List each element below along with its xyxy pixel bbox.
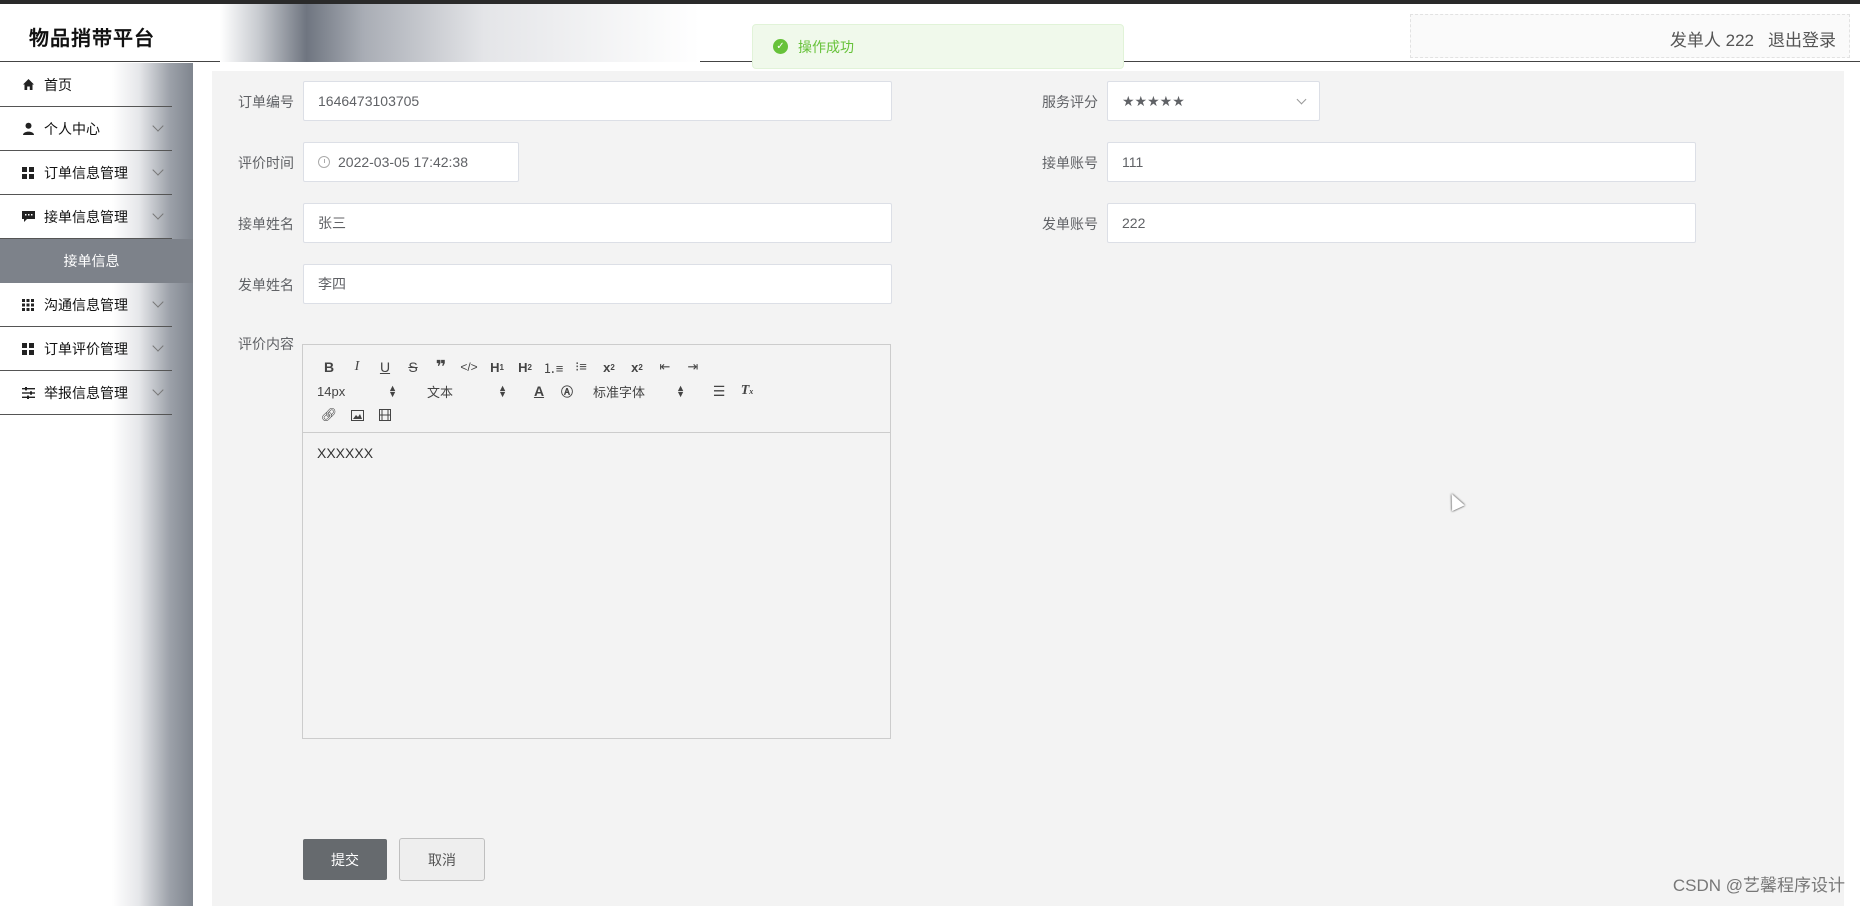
taker-name-field[interactable]: 张三	[303, 203, 892, 243]
font-family-value: 标准字体	[593, 384, 646, 400]
outdent-icon[interactable]: ⇤	[651, 356, 679, 378]
chevron-down-icon	[152, 120, 164, 132]
sender-name-field[interactable]: 李四	[303, 264, 892, 304]
font-size-value: 14px	[317, 383, 346, 399]
taker-account-value: 111	[1122, 154, 1144, 170]
bullet-list-icon[interactable]: ⁝≡	[567, 356, 595, 378]
taker-account-field[interactable]: 111	[1107, 142, 1696, 182]
logout-link[interactable]: 退出登录	[1768, 26, 1836, 51]
header-picker-value: 文本	[427, 384, 454, 400]
order-no-label: 订单编号	[238, 94, 294, 110]
sidebar-item-label: 接单信息管理	[44, 208, 128, 225]
grid-icon	[21, 166, 35, 180]
toast-message: 操作成功	[798, 38, 854, 55]
chevron-down-icon	[152, 164, 164, 176]
sender-account-value: 222	[1122, 215, 1146, 231]
underline-icon[interactable]: U	[371, 356, 399, 378]
chevron-down-icon	[152, 340, 164, 352]
user-icon	[21, 122, 35, 136]
font-color-icon[interactable]: A	[525, 380, 553, 402]
clock-icon	[318, 156, 330, 168]
sidebar-item-label: 订单评价管理	[44, 340, 128, 357]
sidebar: 首页 个人中心 订单信息管理 接单信息管理 接单信息 沟通信息管理 订单评价管理	[0, 63, 193, 906]
sidebar-item-accept-info[interactable]: 接单信息管理	[0, 195, 172, 239]
sidebar-item-label: 沟通信息管理	[44, 296, 128, 313]
sender-name-value: 李四	[318, 276, 346, 292]
header-picker[interactable]: 文本 ▲ ▼	[425, 380, 509, 402]
watermark: CSDN @艺馨程序设计	[1672, 876, 1845, 895]
home-icon	[21, 78, 35, 92]
header2-icon[interactable]: H2	[511, 356, 539, 378]
strike-icon[interactable]: S	[399, 356, 427, 378]
message-icon	[21, 210, 35, 224]
background-color-icon[interactable]: Ⓐ	[553, 380, 581, 402]
taker-account-label: 接单账号	[1042, 155, 1098, 171]
sidebar-item-label: 首页	[44, 76, 72, 93]
taker-name-label: 接单姓名	[238, 216, 294, 232]
font-family-picker[interactable]: 标准字体 ▲ ▼	[591, 380, 687, 402]
chevron-down-icon	[152, 296, 164, 308]
sender-name-label: 发单姓名	[238, 277, 294, 293]
submenu-item-accept-info-active[interactable]: 接单信息	[0, 239, 193, 283]
chevron-down-icon	[1296, 94, 1307, 105]
link-icon[interactable]: 🔗︎	[315, 404, 343, 426]
header-gradient-decoration	[220, 4, 700, 62]
current-user-label: 发单人 222	[1669, 31, 1754, 50]
sliders-icon	[21, 386, 35, 400]
sidebar-item-label: 个人中心	[44, 120, 100, 137]
indent-icon[interactable]: ⇥	[679, 356, 707, 378]
taker-name-value: 张三	[318, 215, 346, 231]
apps-icon	[21, 298, 35, 312]
cancel-button[interactable]: 取消	[399, 838, 485, 881]
rich-text-editor: B I U S ❞ </> H1 H2 ⒈≡ ⁝≡ x2 x2 ⇤ ⇥ 14px…	[302, 344, 891, 739]
editor-content[interactable]: XXXXXX	[303, 433, 890, 738]
updown-icon: ▲ ▼	[388, 383, 397, 399]
eval-time-picker[interactable]: 2022-03-05 17:42:38	[303, 142, 519, 182]
updown-icon: ▲ ▼	[498, 383, 507, 399]
editor-toolbar: B I U S ❞ </> H1 H2 ⒈≡ ⁝≡ x2 x2 ⇤ ⇥ 14px…	[303, 345, 890, 433]
video-icon[interactable]	[371, 404, 399, 426]
rating-value: ★★★★★	[1122, 92, 1185, 109]
app-title: 物品捎带平台	[29, 28, 155, 50]
eval-time-value: 2022-03-05 17:42:38	[338, 154, 468, 170]
header1-icon[interactable]: H1	[483, 356, 511, 378]
content-label: 评价内容	[238, 336, 294, 352]
sidebar-item-communication[interactable]: 沟通信息管理	[0, 283, 172, 327]
sender-account-label: 发单账号	[1042, 216, 1098, 232]
sidebar-item-home[interactable]: 首页	[0, 63, 172, 107]
chevron-down-icon	[152, 208, 164, 220]
sidebar-item-order-info[interactable]: 订单信息管理	[0, 151, 172, 195]
blockquote-icon[interactable]: ❞	[427, 356, 455, 378]
clear-format-icon[interactable]: Tx	[733, 380, 761, 402]
sidebar-item-personal-center[interactable]: 个人中心	[0, 107, 172, 151]
grid-icon	[21, 342, 35, 356]
bold-icon[interactable]: B	[315, 356, 343, 378]
code-icon[interactable]: </>	[455, 356, 483, 378]
order-no-value: 1646473103705	[318, 93, 420, 109]
superscript-icon[interactable]: x2	[623, 356, 651, 378]
sidebar-item-report-info[interactable]: 举报信息管理	[0, 371, 172, 415]
sidebar-item-label: 举报信息管理	[44, 384, 128, 401]
success-toast: ✓ 操作成功	[752, 24, 1124, 69]
rating-label: 服务评分	[1042, 94, 1098, 110]
eval-time-label: 评价时间	[238, 155, 294, 171]
image-icon[interactable]	[343, 404, 371, 426]
italic-icon[interactable]: I	[343, 356, 371, 378]
submit-button[interactable]: 提交	[303, 839, 387, 880]
sender-account-field[interactable]: 222	[1107, 203, 1696, 243]
sidebar-item-order-evaluation[interactable]: 订单评价管理	[0, 327, 172, 371]
chevron-down-icon	[152, 384, 164, 396]
updown-icon: ▲ ▼	[676, 383, 685, 399]
subscript-icon[interactable]: x2	[595, 356, 623, 378]
ordered-list-icon[interactable]: ⒈≡	[539, 356, 567, 378]
font-size-picker[interactable]: 14px ▲ ▼	[315, 380, 399, 402]
check-circle-icon: ✓	[773, 39, 788, 54]
align-icon[interactable]: ☰	[705, 380, 733, 402]
sidebar-item-label: 订单信息管理	[44, 164, 128, 181]
rating-select[interactable]: ★★★★★	[1107, 81, 1320, 121]
main-form-area: 订单编号 1646473103705 服务评分 ★★★★★ 评价时间 2022-…	[212, 71, 1844, 906]
order-no-field[interactable]: 1646473103705	[303, 81, 892, 121]
